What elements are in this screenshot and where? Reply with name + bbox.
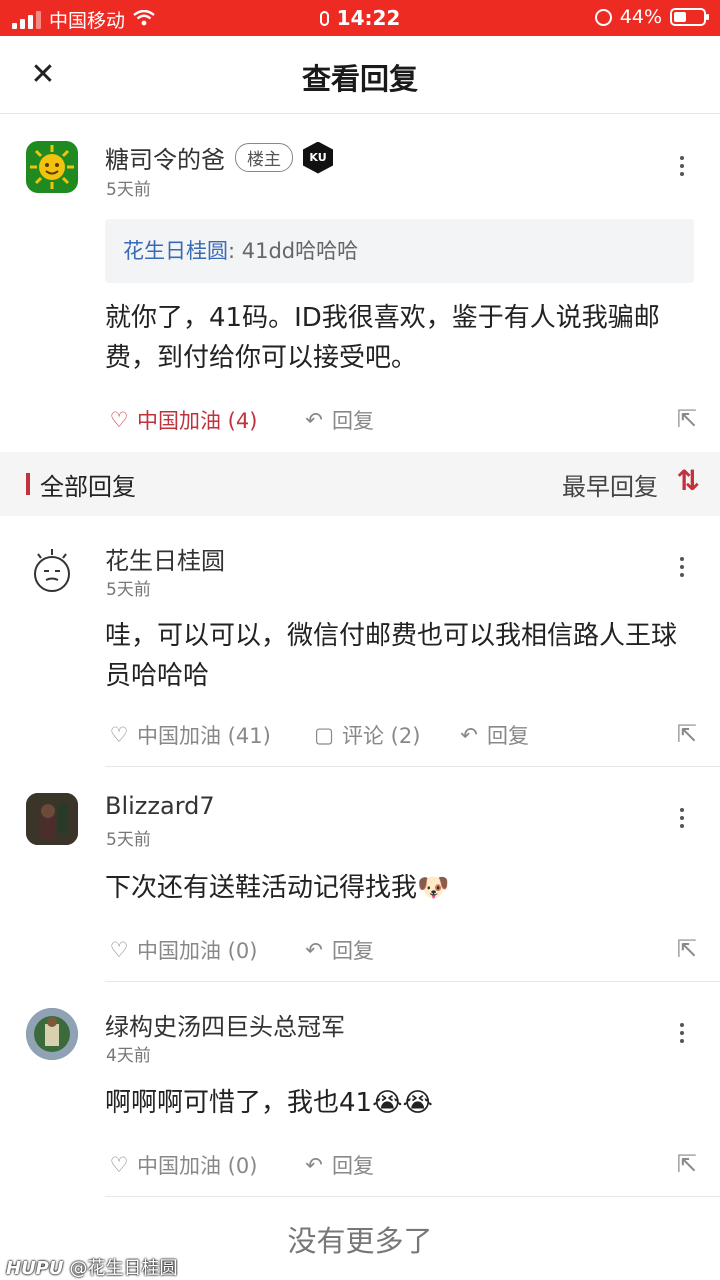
reply-content: 下次还有送鞋活动记得找我🐶: [105, 873, 450, 903]
quoted-text: : 41dd哈哈哈: [228, 239, 359, 263]
author-name[interactable]: 花生日桂圆: [105, 541, 225, 576]
like-label: 中国加油 (0): [137, 939, 258, 963]
divider: [105, 766, 720, 767]
replies-section-bar: 全部回复 最早回复 ⇅: [0, 452, 720, 516]
reply-icon: ↶: [305, 938, 323, 962]
team-avatar-icon: [26, 1008, 78, 1060]
like-label: 中国加油 (4): [137, 409, 258, 433]
reply-icon: ↶: [460, 723, 478, 747]
sort-icon[interactable]: ⇅: [677, 464, 700, 497]
more-options-icon[interactable]: [672, 151, 692, 181]
reply-content: 啊啊啊可惜了，我也41😭😭: [105, 1088, 433, 1118]
sort-toggle[interactable]: 最早回复: [562, 467, 658, 502]
avatar[interactable]: [26, 1008, 78, 1060]
reply-button[interactable]: ↶ 回复: [300, 405, 374, 435]
more-options-icon[interactable]: [672, 803, 692, 833]
divider: [105, 981, 720, 982]
reply-content: 哇，可以可以，微信付邮费也可以我相信路人王球员哈哈哈: [105, 621, 678, 691]
status-bar: 中国移动 14:22 44%: [0, 0, 720, 36]
sun-avatar-icon: [30, 145, 74, 189]
quoted-reply: 花生日桂圆: 41dd哈哈哈: [105, 219, 694, 283]
author-name[interactable]: Blizzard7: [105, 792, 215, 820]
reply-button[interactable]: ↶ 回复: [300, 935, 374, 965]
reply-actions: ♡ 中国加油 (41) ▢ 评论 (2) ↶ 回复 ⇱: [105, 720, 697, 754]
comment-icon: ▢: [314, 723, 334, 747]
cheer-icon: ♡: [109, 938, 129, 962]
share-icon[interactable]: ⇱: [677, 1150, 697, 1178]
reply-label: 回复: [332, 409, 374, 433]
reply-actions: ♡ 中国加油 (0) ↶ 回复 ⇱: [105, 1150, 697, 1184]
share-icon[interactable]: ⇱: [677, 405, 697, 433]
watermark: HUPU @花生日桂圆: [6, 1254, 178, 1280]
team-logo-icon: KU: [303, 141, 333, 174]
share-icon[interactable]: ⇱: [677, 720, 697, 748]
section-title: 全部回复: [40, 473, 136, 501]
post-content: 就你了，41码。ID我很喜欢，鉴于有人说我骗邮费，到付给你可以接受吧。: [105, 303, 660, 373]
cheer-icon: ♡: [109, 408, 129, 432]
comment-label: 评论 (2): [342, 724, 421, 748]
status-time: 14:22: [336, 6, 401, 30]
alarm-icon: [594, 8, 612, 26]
reply-icon: ↶: [305, 408, 323, 432]
cheer-icon: ♡: [109, 723, 129, 747]
page-title: 查看回复: [301, 62, 418, 96]
post-time: 5天前: [106, 180, 151, 200]
quoted-author[interactable]: 花生日桂圆: [123, 239, 228, 263]
watermark-brand: HUPU: [6, 1258, 64, 1279]
reply-label: 回复: [332, 939, 374, 963]
like-label: 中国加油 (0): [137, 1154, 258, 1178]
like-button[interactable]: ♡ 中国加油 (0): [105, 1150, 258, 1180]
cheer-icon: ♡: [109, 1153, 129, 1177]
reply-button[interactable]: ↶ 回复: [300, 1150, 374, 1180]
divider: [105, 1196, 720, 1197]
like-label: 中国加油 (41): [137, 724, 271, 748]
reply-button[interactable]: ↶ 回复: [455, 720, 529, 750]
more-options-icon[interactable]: [672, 1018, 692, 1048]
reply-time: 4天前: [106, 1046, 151, 1066]
more-options-icon[interactable]: [672, 552, 692, 582]
author-name[interactable]: 糖司令的爸: [105, 140, 225, 175]
like-button[interactable]: ♡ 中国加油 (4): [105, 405, 258, 435]
like-button[interactable]: ♡ 中国加油 (41): [105, 720, 271, 750]
microphone-icon: [319, 11, 329, 26]
share-icon[interactable]: ⇱: [677, 935, 697, 963]
op-badge: 楼主: [235, 143, 293, 172]
reply-time: 5天前: [106, 580, 151, 600]
reply-time: 5天前: [106, 830, 151, 850]
face-avatar-icon: [34, 549, 70, 592]
reply-label: 回复: [332, 1154, 374, 1178]
battery-percent: 44%: [619, 6, 662, 28]
battery-icon: [670, 8, 709, 26]
post-actions: ♡ 中国加油 (4) ↶ 回复 ⇱: [105, 405, 697, 439]
watermark-user: @花生日桂圆: [69, 1258, 178, 1279]
reply-label: 回复: [487, 724, 529, 748]
avatar[interactable]: [26, 546, 78, 598]
reply-icon: ↶: [305, 1153, 323, 1177]
avatar[interactable]: [26, 793, 78, 845]
reply-actions: ♡ 中国加油 (0) ↶ 回复 ⇱: [105, 935, 697, 969]
photo-avatar-icon: [26, 793, 78, 845]
like-button[interactable]: ♡ 中国加油 (0): [105, 935, 258, 965]
comment-button[interactable]: ▢ 评论 (2): [310, 720, 420, 750]
page-header: ✕ 查看回复: [0, 36, 720, 114]
author-name[interactable]: 绿构史汤四巨头总冠军: [105, 1007, 345, 1042]
section-marker: [26, 473, 30, 495]
avatar[interactable]: [26, 141, 78, 193]
